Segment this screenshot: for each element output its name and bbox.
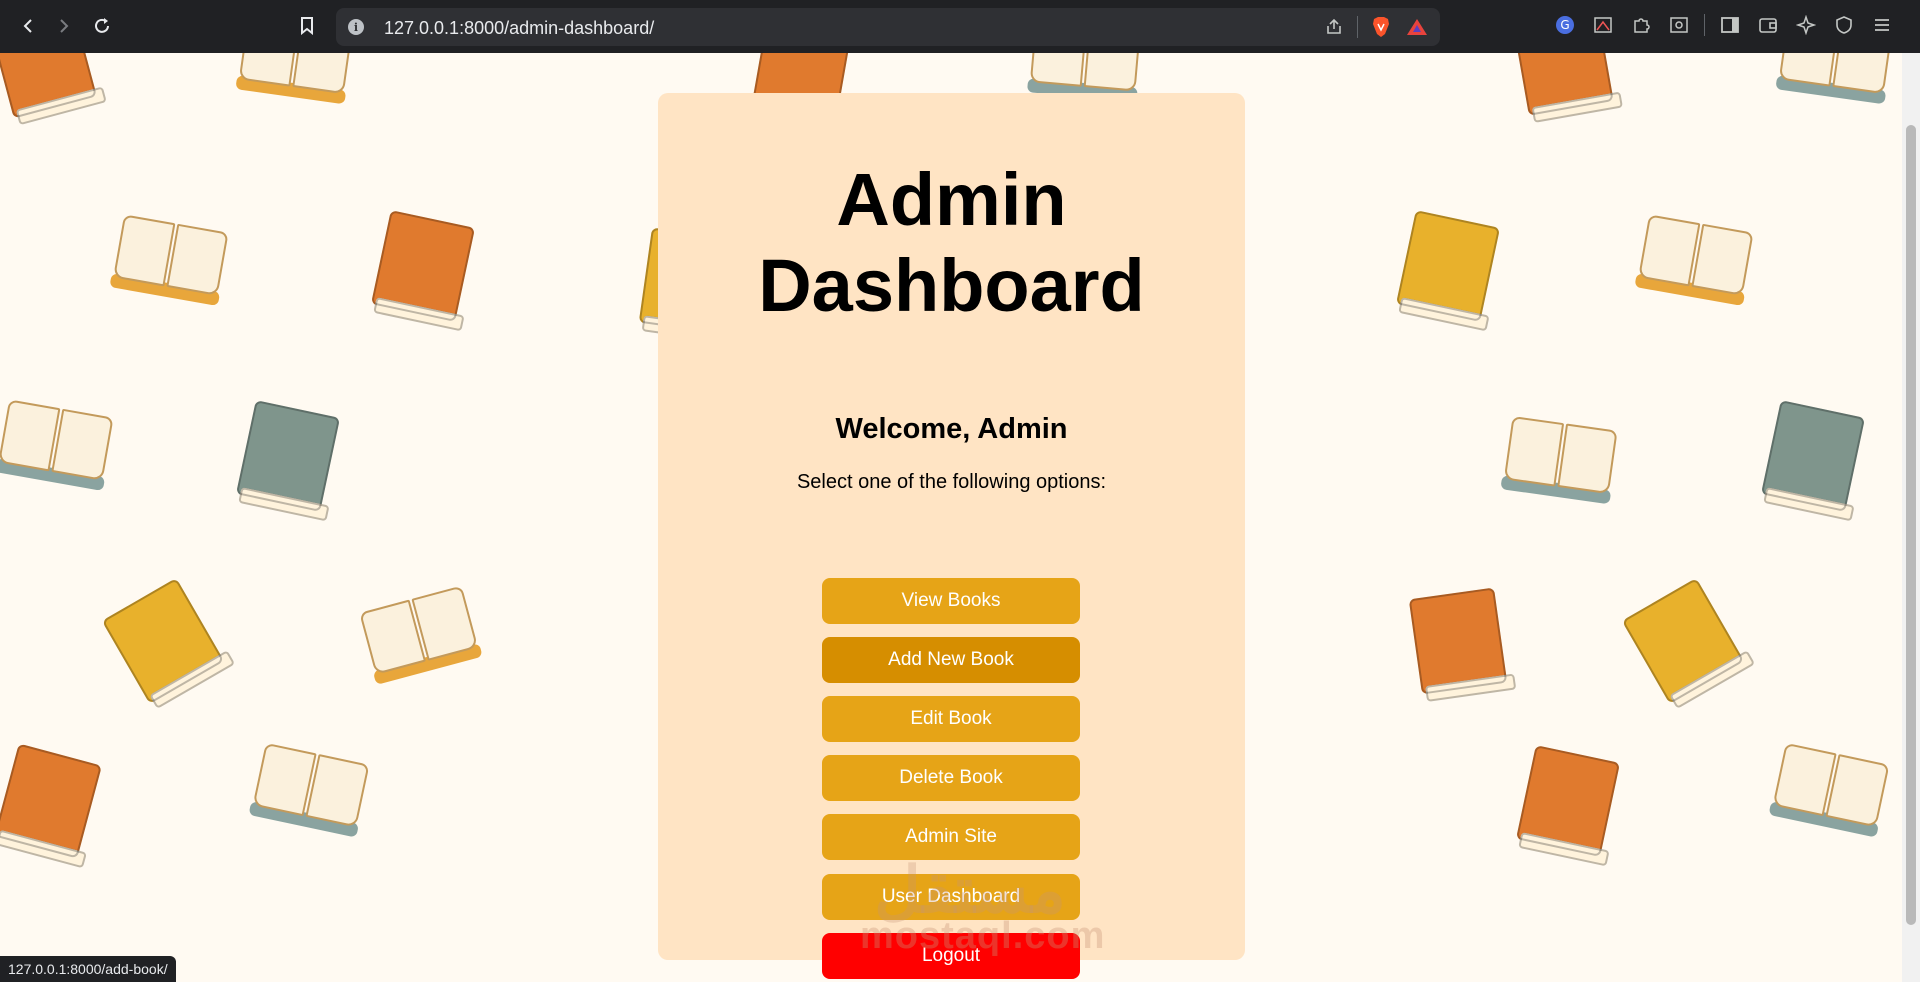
wallet-icon[interactable] <box>1755 12 1781 38</box>
closed-book-illustration <box>0 53 97 119</box>
open-book-illustration <box>1634 214 1755 306</box>
reload-icon[interactable] <box>88 12 116 40</box>
forward-icon[interactable] <box>50 12 78 40</box>
divider <box>1357 16 1358 38</box>
welcome-heading: Welcome, Admin <box>835 413 1068 445</box>
url-text[interactable]: 127.0.0.1:8000/admin-dashboard/ <box>384 18 654 39</box>
book-page <box>51 408 114 481</box>
dashboard-card: Admin Dashboard Welcome, Admin Select on… <box>658 93 1245 979</box>
view-books-button[interactable]: View Books <box>822 578 1080 624</box>
book-page <box>305 754 370 828</box>
book-page <box>1691 223 1754 296</box>
open-book-illustration <box>1500 415 1619 505</box>
closed-book-illustration <box>1760 400 1866 512</box>
closed-book-illustration <box>1512 53 1614 116</box>
edit-book-button[interactable]: Edit Book <box>822 696 1080 742</box>
status-bar-url: 127.0.0.1:8000/add-book/ <box>0 956 176 982</box>
book-page <box>1557 423 1618 495</box>
svg-text:G: G <box>1560 18 1569 32</box>
bookmark-icon[interactable] <box>294 13 320 39</box>
extensions-puzzle-icon[interactable] <box>1628 12 1654 38</box>
sidebar-icon[interactable] <box>1717 12 1743 38</box>
book-page <box>1638 214 1701 287</box>
book-page <box>1832 53 1893 95</box>
open-book-illustration <box>1775 53 1894 105</box>
book-page <box>1083 53 1142 92</box>
open-book-illustration <box>248 742 372 838</box>
open-book-illustration <box>0 399 116 491</box>
book-page <box>0 399 61 472</box>
book-page <box>1825 754 1890 828</box>
site-info-icon[interactable]: i <box>348 19 364 35</box>
add-new-book-button[interactable]: Add New Book <box>822 637 1080 683</box>
book-page <box>113 214 176 287</box>
brave-shields-icon[interactable] <box>1368 14 1394 40</box>
menu-icon[interactable] <box>1869 12 1895 38</box>
open-book-illustration <box>235 53 354 105</box>
book-page <box>1503 415 1565 487</box>
grammarly-icon[interactable]: G <box>1552 12 1578 38</box>
closed-book-illustration <box>101 577 225 705</box>
brave-rewards-icon[interactable] <box>1404 14 1430 40</box>
closed-book-illustration <box>1395 210 1501 322</box>
search-page-icon[interactable] <box>1666 12 1692 38</box>
scrollbar[interactable] <box>1902 53 1920 982</box>
open-book-illustration <box>1768 742 1892 838</box>
vpn-shield-icon[interactable] <box>1831 12 1857 38</box>
book-page <box>292 53 353 95</box>
closed-book-illustration <box>1515 745 1621 857</box>
open-book-illustration <box>357 585 483 685</box>
book-page <box>166 223 229 296</box>
extensions-area: G <box>1552 12 1895 38</box>
watermark-text: mostaql.com <box>860 915 1106 957</box>
page-title: Admin Dashboard <box>658 157 1245 329</box>
scroll-thumb[interactable] <box>1906 125 1916 925</box>
closed-book-illustration <box>370 210 476 322</box>
title-line-1: Admin <box>836 158 1067 241</box>
options-prompt: Select one of the following options: <box>796 471 1107 493</box>
title-line-2: Dashboard <box>758 244 1145 327</box>
book-page <box>1029 53 1088 87</box>
closed-book-illustration <box>1408 587 1508 695</box>
closed-book-illustration <box>235 400 341 512</box>
address-bar[interactable]: i 127.0.0.1:8000/admin-dashboard/ <box>336 8 1440 46</box>
delete-book-button[interactable]: Delete Book <box>822 755 1080 801</box>
open-book-illustration <box>109 214 230 306</box>
back-icon[interactable] <box>14 12 42 40</box>
image-extension-icon[interactable] <box>1590 12 1616 38</box>
divider <box>1704 14 1705 36</box>
closed-book-illustration <box>0 743 102 859</box>
leo-ai-icon[interactable] <box>1793 12 1819 38</box>
closed-book-illustration <box>1621 577 1745 705</box>
share-icon[interactable] <box>1321 14 1347 40</box>
browser-toolbar: i 127.0.0.1:8000/admin-dashboard/ G <box>0 0 1920 53</box>
page-viewport: Admin Dashboard Welcome, Admin Select on… <box>0 53 1902 982</box>
